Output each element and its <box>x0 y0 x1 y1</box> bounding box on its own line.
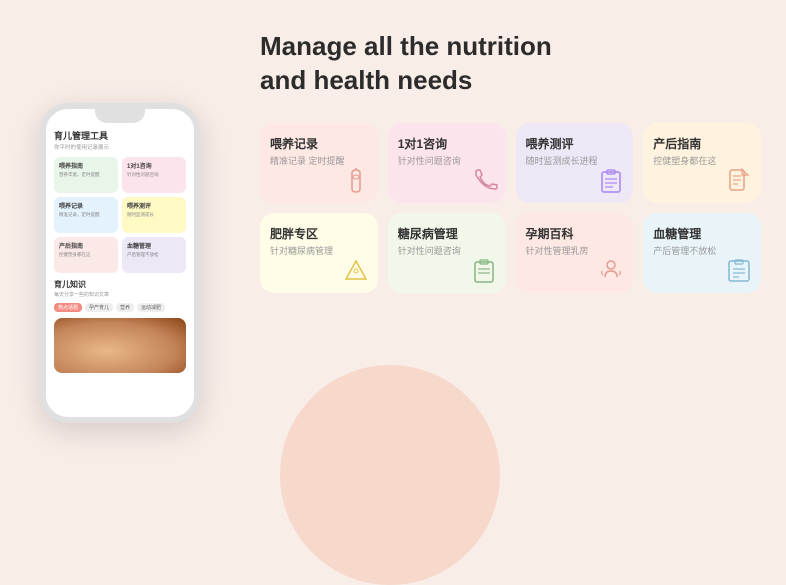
phone-notch <box>95 109 145 123</box>
feature-card-postpartum-sub: 控健塑身都在这 <box>653 156 751 168</box>
phone-card-2[interactable]: 1对1咨询 针对性问题咨询 <box>122 157 186 193</box>
mother-child-image <box>54 318 186 373</box>
phone-card-2-sub: 针对性问题咨询 <box>127 172 181 178</box>
feature-card-eval[interactable]: 喂养测评 随时监测成长进程 <box>516 123 634 203</box>
clipboard-icon <box>597 167 625 195</box>
phone-content: 育儿管理工具 你平时的使用记录展示 喂养指南 营养丰富，定时提醒 1对1咨询 针… <box>54 129 186 407</box>
phone-tag-4[interactable]: 运动减肥 <box>137 303 165 312</box>
phone-tag-2[interactable]: 孕产育儿 <box>85 303 113 312</box>
feature-card-consultation[interactable]: 1对1咨询 针对性问题咨询 <box>388 123 506 203</box>
phone-card-5-title: 产后指南 <box>59 241 113 250</box>
headline: Manage all the nutrition and health need… <box>260 30 761 98</box>
feature-card-eval-sub: 随时监测成长进程 <box>526 156 624 168</box>
phone-tag-3[interactable]: 营养 <box>116 303 134 312</box>
phone-mockup: 育儿管理工具 你平时的使用记录展示 喂养指南 营养丰富，定时提醒 1对1咨询 针… <box>40 103 200 423</box>
baby-icon <box>597 257 625 285</box>
headline-line2: and health needs <box>260 65 472 95</box>
content-section: Manage all the nutrition and health need… <box>240 0 786 525</box>
feature-card-consultation-title: 1对1咨询 <box>398 135 496 152</box>
feature-card-obesity[interactable]: 肥胖专区 针对糖尿病管理 <box>260 213 378 293</box>
phone-section2-sub: 每天分享一些的知识文章 <box>54 291 186 298</box>
phone-cards-grid: 喂养指南 营养丰富，定时提醒 1对1咨询 针对性问题咨询 喂养记录 精准记录，定… <box>54 157 186 273</box>
phone-card-1-title: 喂养指南 <box>59 161 113 170</box>
feature-card-pregnancy-sub: 针对性管理乳房 <box>526 246 624 258</box>
phone-card-3[interactable]: 喂养记录 精准记录，定时提醒 <box>54 197 118 233</box>
phone-section: 育儿管理工具 你平时的使用记录展示 喂养指南 营养丰富，定时提醒 1对1咨询 针… <box>0 0 240 525</box>
phone-image <box>54 318 186 373</box>
phone-tags: 热点话题 孕产育儿 营养 运动减肥 <box>54 303 186 312</box>
phone-tag-1[interactable]: 热点话题 <box>54 303 82 312</box>
feature-card-feeding-record-title: 喂养记录 <box>270 135 368 152</box>
phone-card-2-title: 1对1咨询 <box>127 161 181 170</box>
feature-card-blood-sugar-sub: 产后管理不放松 <box>653 246 751 258</box>
pizza-icon <box>342 257 370 285</box>
phone-icon <box>470 167 498 195</box>
phone-card-3-sub: 精准记录，定时提醒 <box>59 212 113 218</box>
phone-card-6-sub: 产后管理不放松 <box>127 252 181 258</box>
baby-bottle-icon <box>342 167 370 195</box>
chart-icon <box>725 257 753 285</box>
phone-card-4[interactable]: 喂养测评 随时监测成长 <box>122 197 186 233</box>
feature-card-blood-sugar-title: 血糖管理 <box>653 225 751 242</box>
feature-card-postpartum[interactable]: 产后指南 控健塑身都在这 <box>643 123 761 203</box>
feature-cards-grid: 喂养记录 精准记录 定时提醒 1对1咨询 针对性问题咨询 <box>260 123 761 293</box>
phone-card-4-sub: 随时监测成长 <box>127 212 181 218</box>
phone-card-4-title: 喂养测评 <box>127 201 181 210</box>
feature-card-diabetes-title: 糖尿病管理 <box>398 225 496 242</box>
feature-card-pregnancy[interactable]: 孕期百科 针对性管理乳房 <box>516 213 634 293</box>
feature-card-obesity-sub: 针对糖尿病管理 <box>270 246 368 258</box>
feature-card-diabetes-sub: 针对性问题咨询 <box>398 246 496 258</box>
phone-card-5-sub: 控健塑身都在这 <box>59 252 113 258</box>
feature-card-feeding-record[interactable]: 喂养记录 精准记录 定时提醒 <box>260 123 378 203</box>
feature-card-feeding-record-sub: 精准记录 定时提醒 <box>270 156 368 168</box>
feature-card-eval-title: 喂养测评 <box>526 135 624 152</box>
feature-card-obesity-title: 肥胖专区 <box>270 225 368 242</box>
phone-section2-title: 育儿知识 <box>54 279 186 290</box>
headline-line1: Manage all the nutrition <box>260 31 552 61</box>
phone-card-5[interactable]: 产后指南 控健塑身都在这 <box>54 237 118 273</box>
feature-card-blood-sugar[interactable]: 血糖管理 产后管理不放松 <box>643 213 761 293</box>
phone-card-6[interactable]: 血糖管理 产后管理不放松 <box>122 237 186 273</box>
clipboard2-icon <box>470 257 498 285</box>
main-container: 育儿管理工具 你平时的使用记录展示 喂养指南 营养丰富，定时提醒 1对1咨询 针… <box>0 0 786 525</box>
feature-card-consultation-sub: 针对性问题咨询 <box>398 156 496 168</box>
phone-card-1-sub: 营养丰富，定时提醒 <box>59 172 113 178</box>
feature-card-diabetes[interactable]: 糖尿病管理 针对性问题咨询 <box>388 213 506 293</box>
phone-card-3-title: 喂养记录 <box>59 201 113 210</box>
feature-card-pregnancy-title: 孕期百科 <box>526 225 624 242</box>
phone-card-1[interactable]: 喂养指南 营养丰富，定时提醒 <box>54 157 118 193</box>
phone-section1-subtitle: 你平时的使用记录展示 <box>54 143 186 151</box>
document-icon <box>725 167 753 195</box>
phone-section1-title: 育儿管理工具 <box>54 129 186 142</box>
feature-card-postpartum-title: 产后指南 <box>653 135 751 152</box>
phone-card-6-title: 血糖管理 <box>127 241 181 250</box>
